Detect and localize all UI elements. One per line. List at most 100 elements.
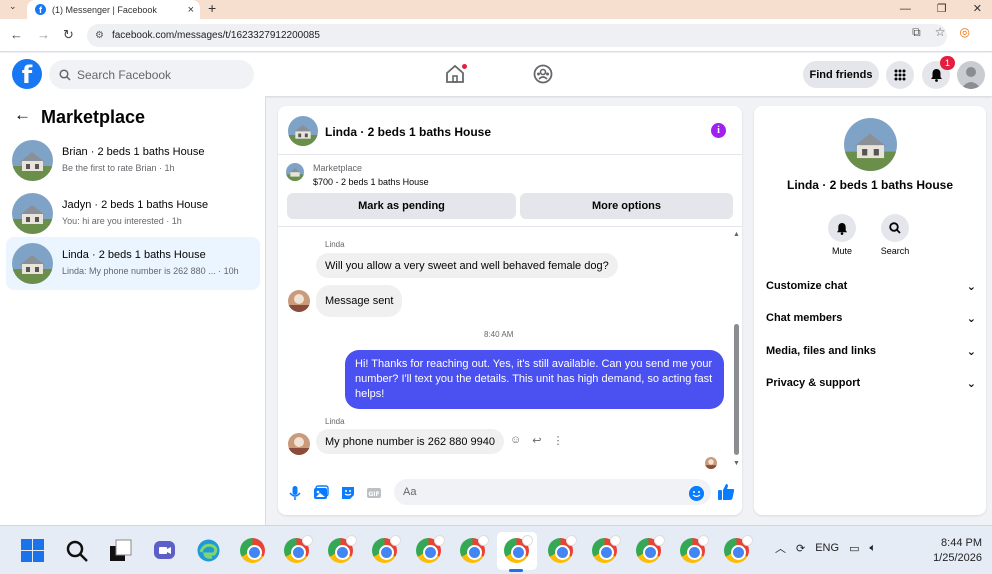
react-emoji-icon[interactable]: ☺ (510, 434, 521, 447)
chat-panel: Linda · 2 beds 1 baths House i Marketpla… (278, 106, 742, 515)
restore-icon[interactable]: ❐ (937, 0, 947, 18)
details-name: Linda · 2 beds 1 baths House (786, 178, 954, 192)
message-sender: Linda (325, 240, 345, 249)
show-hidden-icons-chevron-icon[interactable]: ︿ (775, 540, 786, 556)
sticker-icon[interactable] (340, 485, 356, 501)
section-label: Customize chat (766, 280, 848, 292)
photo-icon[interactable] (313, 485, 329, 501)
profile-icon[interactable]: ◎ (960, 25, 970, 40)
forward-arrow-icon[interactable]: → (37, 27, 50, 42)
chrome-profile-icon[interactable] (416, 535, 445, 563)
media-files-links-section[interactable]: Media, files and links ⌄ (766, 341, 976, 361)
conversation-name: Brian · 2 beds 1 baths House (62, 146, 205, 158)
find-friends-button[interactable]: Find friends (803, 61, 879, 88)
chrome-profile-icon[interactable] (548, 535, 577, 563)
search-icon[interactable] (64, 538, 89, 563)
info-icon[interactable]: i (711, 123, 726, 138)
message-list[interactable]: Linda Will you allow a very sweet and we… (278, 227, 742, 472)
mute-button[interactable]: Mute (817, 214, 867, 256)
like-thumbs-up-icon[interactable] (717, 483, 735, 501)
search-conversation-button[interactable]: Search (870, 214, 920, 256)
more-dots-icon[interactable]: ⋮ (552, 434, 563, 447)
edge-browser-icon[interactable] (196, 538, 221, 563)
browser-tab-messenger[interactable]: f (1) Messenger | Facebook × (27, 0, 200, 19)
conversation-details-panel: Linda · 2 beds 1 baths House Mute Search… (754, 106, 986, 515)
customize-chat-section[interactable]: Customize chat ⌄ (766, 276, 976, 296)
chrome-profile-icon[interactable] (724, 535, 753, 563)
windows-taskbar: ︿ ⟳ ENG ▭ 🔈︎ 8:44 PM 1/25/2026 (0, 525, 992, 574)
account-avatar[interactable] (957, 61, 985, 89)
incoming-message: My phone number is 262 880 9940 (316, 429, 505, 454)
tab-search-chevron-icon[interactable]: ⌄ (9, 1, 17, 12)
reload-icon[interactable]: ↻ (63, 27, 74, 43)
incoming-message: Will you allow a very sweet and well beh… (316, 253, 618, 278)
site-info-icon[interactable]: ⚙ (95, 30, 104, 41)
sender-avatar[interactable] (288, 433, 310, 455)
chrome-icon[interactable] (240, 538, 265, 563)
chat-house-thumbnail[interactable] (288, 116, 318, 146)
listing-price-title[interactable]: $700 - 2 beds 1 baths House (313, 177, 429, 187)
chat-title[interactable]: Linda · 2 beds 1 baths House (325, 125, 491, 139)
minimize-icon[interactable]: — (900, 0, 911, 18)
conversation-item-brian[interactable]: Brian · 2 beds 1 baths House Be the firs… (6, 134, 260, 187)
privacy-support-section[interactable]: Privacy & support ⌄ (766, 373, 976, 393)
sender-avatar[interactable] (288, 290, 310, 312)
sync-icon[interactable]: ⟳ (796, 542, 805, 555)
scrollbar-thumb[interactable] (734, 324, 739, 455)
language-indicator[interactable]: ENG (815, 542, 839, 554)
url-field[interactable]: ⚙ facebook.com/messages/t/16233279122000… (87, 24, 947, 47)
chrome-profile-icon[interactable] (636, 535, 665, 563)
facebook-header: f Search Facebook Find friends 1 (0, 53, 992, 96)
chrome-profile-icon[interactable] (284, 535, 313, 563)
display-icon[interactable]: ▭ (849, 542, 859, 555)
listing-thumbnail[interactable] (286, 163, 304, 181)
teams-chat-icon[interactable] (152, 538, 177, 563)
facebook-logo-icon[interactable]: f (12, 59, 42, 89)
house-thumbnail (12, 193, 53, 234)
system-tray: ︿ ⟳ ENG ▭ 🔈︎ (775, 540, 876, 556)
marketplace-title: Marketplace (41, 107, 146, 127)
groups-icon[interactable] (533, 64, 553, 84)
chat-members-section[interactable]: Chat members ⌄ (766, 308, 976, 328)
microphone-icon[interactable] (287, 485, 303, 501)
chrome-profile-icon[interactable] (460, 535, 489, 563)
gif-icon[interactable]: GIF (366, 485, 382, 501)
chrome-profile-icon[interactable] (592, 535, 621, 563)
mute-label: Mute (831, 246, 852, 256)
conversation-item-jadyn[interactable]: Jadyn · 2 beds 1 baths House You: hi are… (6, 187, 260, 240)
menu-grid-icon[interactable] (886, 61, 914, 89)
more-options-button[interactable]: More options (520, 193, 733, 219)
chevron-down-icon: ⌄ (966, 377, 976, 390)
chrome-profile-icon[interactable] (372, 535, 401, 563)
scroll-down-arrow-icon[interactable]: ▼ (733, 460, 740, 467)
new-tab-button[interactable]: + (208, 0, 216, 17)
volume-icon[interactable]: 🔈︎ (869, 542, 876, 555)
search-facebook-input[interactable]: Search Facebook (49, 60, 254, 89)
windows-start-icon[interactable] (20, 538, 45, 563)
back-arrow-icon[interactable]: ← (10, 27, 23, 42)
tab-close-icon[interactable]: × (188, 4, 194, 16)
chrome-profile-icon[interactable] (680, 535, 709, 563)
install-app-icon[interactable]: ⧉ (912, 25, 921, 40)
section-label: Privacy & support (766, 377, 861, 389)
chat-header: Linda · 2 beds 1 baths House i (278, 106, 742, 155)
conversation-preview: You: hi are you interested · 1h (62, 216, 182, 226)
emoji-icon[interactable] (689, 486, 704, 501)
bookmark-star-icon[interactable]: ☆ (935, 25, 946, 40)
system-clock[interactable]: 8:44 PM 1/25/2026 (920, 536, 982, 566)
details-house-thumbnail (844, 118, 897, 171)
chrome-active-profile-icon[interactable] (504, 535, 533, 563)
task-view-icon[interactable] (108, 538, 133, 563)
mark-as-pending-button[interactable]: Mark as pending (287, 193, 516, 219)
scroll-up-arrow-icon[interactable]: ▲ (733, 231, 740, 238)
reply-icon[interactable]: ↩ (532, 434, 541, 447)
close-window-icon[interactable]: ✕ (973, 0, 982, 18)
message-input-placeholder: Aa (403, 486, 417, 498)
facebook-favicon-icon: f (35, 4, 46, 15)
svg-text:GIF: GIF (368, 491, 379, 498)
conversation-item-linda[interactable]: Linda · 2 beds 1 baths House Linda: My p… (6, 237, 260, 290)
back-arrow-icon[interactable]: ← (14, 105, 31, 125)
message-input[interactable]: Aa (394, 479, 711, 505)
clock-date: 1/25/2026 (933, 552, 982, 564)
chrome-profile-icon[interactable] (328, 535, 357, 563)
